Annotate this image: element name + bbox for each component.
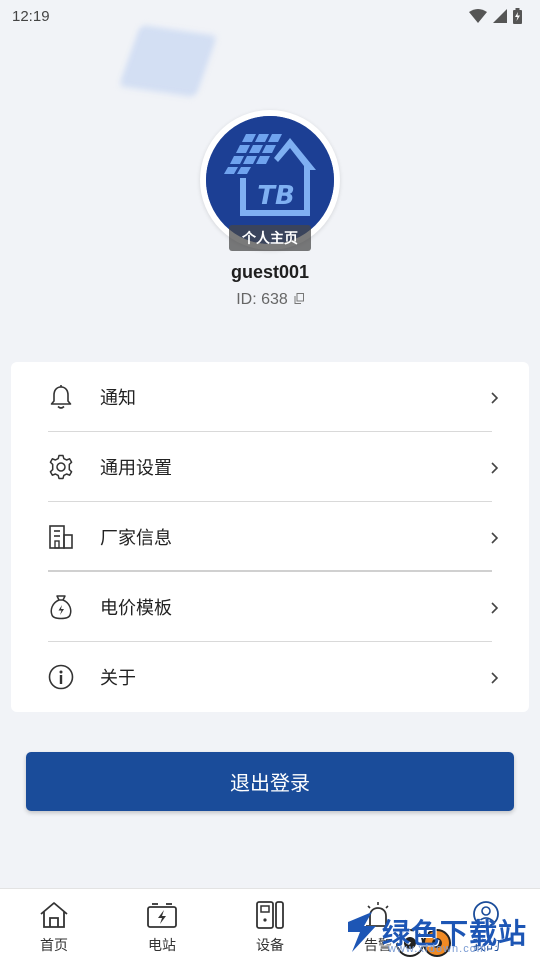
bell-icon — [48, 384, 74, 410]
signal-icon — [493, 9, 507, 23]
menu-item-manufacturer-info[interactable]: 厂家信息 — [11, 502, 529, 572]
nav-label: 首页 — [40, 938, 68, 954]
logo-text: TB — [257, 181, 295, 211]
menu-item-about[interactable]: 关于 — [11, 642, 529, 712]
info-icon — [48, 664, 74, 690]
nav-label: 设备 — [256, 938, 284, 954]
home-icon — [38, 901, 70, 933]
profile-section: TB 个人主页 guest001 ID: 638 — [0, 110, 540, 309]
nav-label: 告警 — [364, 938, 392, 954]
status-icons — [469, 8, 522, 24]
menu-item-price-template[interactable]: 电价模板 — [11, 572, 529, 642]
user-id: ID: 638 — [236, 291, 288, 308]
power-station-icon — [146, 901, 178, 933]
menu-item-label: 通用设置 — [100, 458, 172, 479]
status-bar: 12:19 — [0, 0, 540, 32]
nav-label: 我的 — [472, 938, 500, 954]
nav-item-mine[interactable]: 我的 — [432, 889, 540, 960]
menu-item-label: 电价模板 — [100, 598, 172, 619]
menu-item-general-settings[interactable]: 通用设置 — [11, 432, 529, 502]
chevron-right-icon — [489, 670, 499, 684]
home-page-badge[interactable]: 个人主页 — [229, 225, 311, 251]
nav-item-alarm[interactable]: 告警 — [324, 889, 432, 960]
menu-item-notifications[interactable]: 通知 — [11, 362, 529, 432]
money-bag-icon — [48, 594, 74, 620]
chevron-right-icon — [489, 530, 499, 544]
nav-item-station[interactable]: 电站 — [108, 889, 216, 960]
logout-button[interactable]: 退出登录 — [26, 752, 514, 811]
menu-item-label: 关于 — [100, 668, 136, 689]
alarm-icon — [362, 901, 394, 933]
device-icon — [254, 901, 286, 933]
wifi-icon — [469, 9, 487, 23]
nav-item-device[interactable]: 设备 — [216, 889, 324, 960]
avatar-container[interactable]: TB 个人主页 — [200, 110, 340, 251]
username: guest001 — [230, 262, 310, 282]
background-decoration — [118, 24, 218, 98]
bottom-nav: 首页 电站 设备 告警 我的 — [0, 888, 540, 960]
user-id-row: ID: 638 — [236, 291, 304, 309]
menu-item-label: 通知 — [100, 388, 136, 409]
status-time: 12:19 — [12, 7, 50, 25]
chevron-right-icon — [489, 460, 499, 474]
menu-item-label: 厂家信息 — [100, 528, 172, 549]
gear-icon — [48, 454, 74, 480]
building-icon — [48, 524, 74, 550]
battery-charging-icon — [513, 8, 522, 24]
nav-label: 电站 — [148, 938, 176, 954]
profile-icon — [470, 901, 502, 933]
chevron-right-icon — [489, 600, 499, 614]
settings-menu: 通知 通用设置 厂家信息 电价模板 关于 — [11, 362, 529, 712]
chevron-right-icon — [489, 390, 499, 404]
nav-item-home[interactable]: 首页 — [0, 889, 108, 960]
copy-icon[interactable] — [294, 291, 304, 309]
